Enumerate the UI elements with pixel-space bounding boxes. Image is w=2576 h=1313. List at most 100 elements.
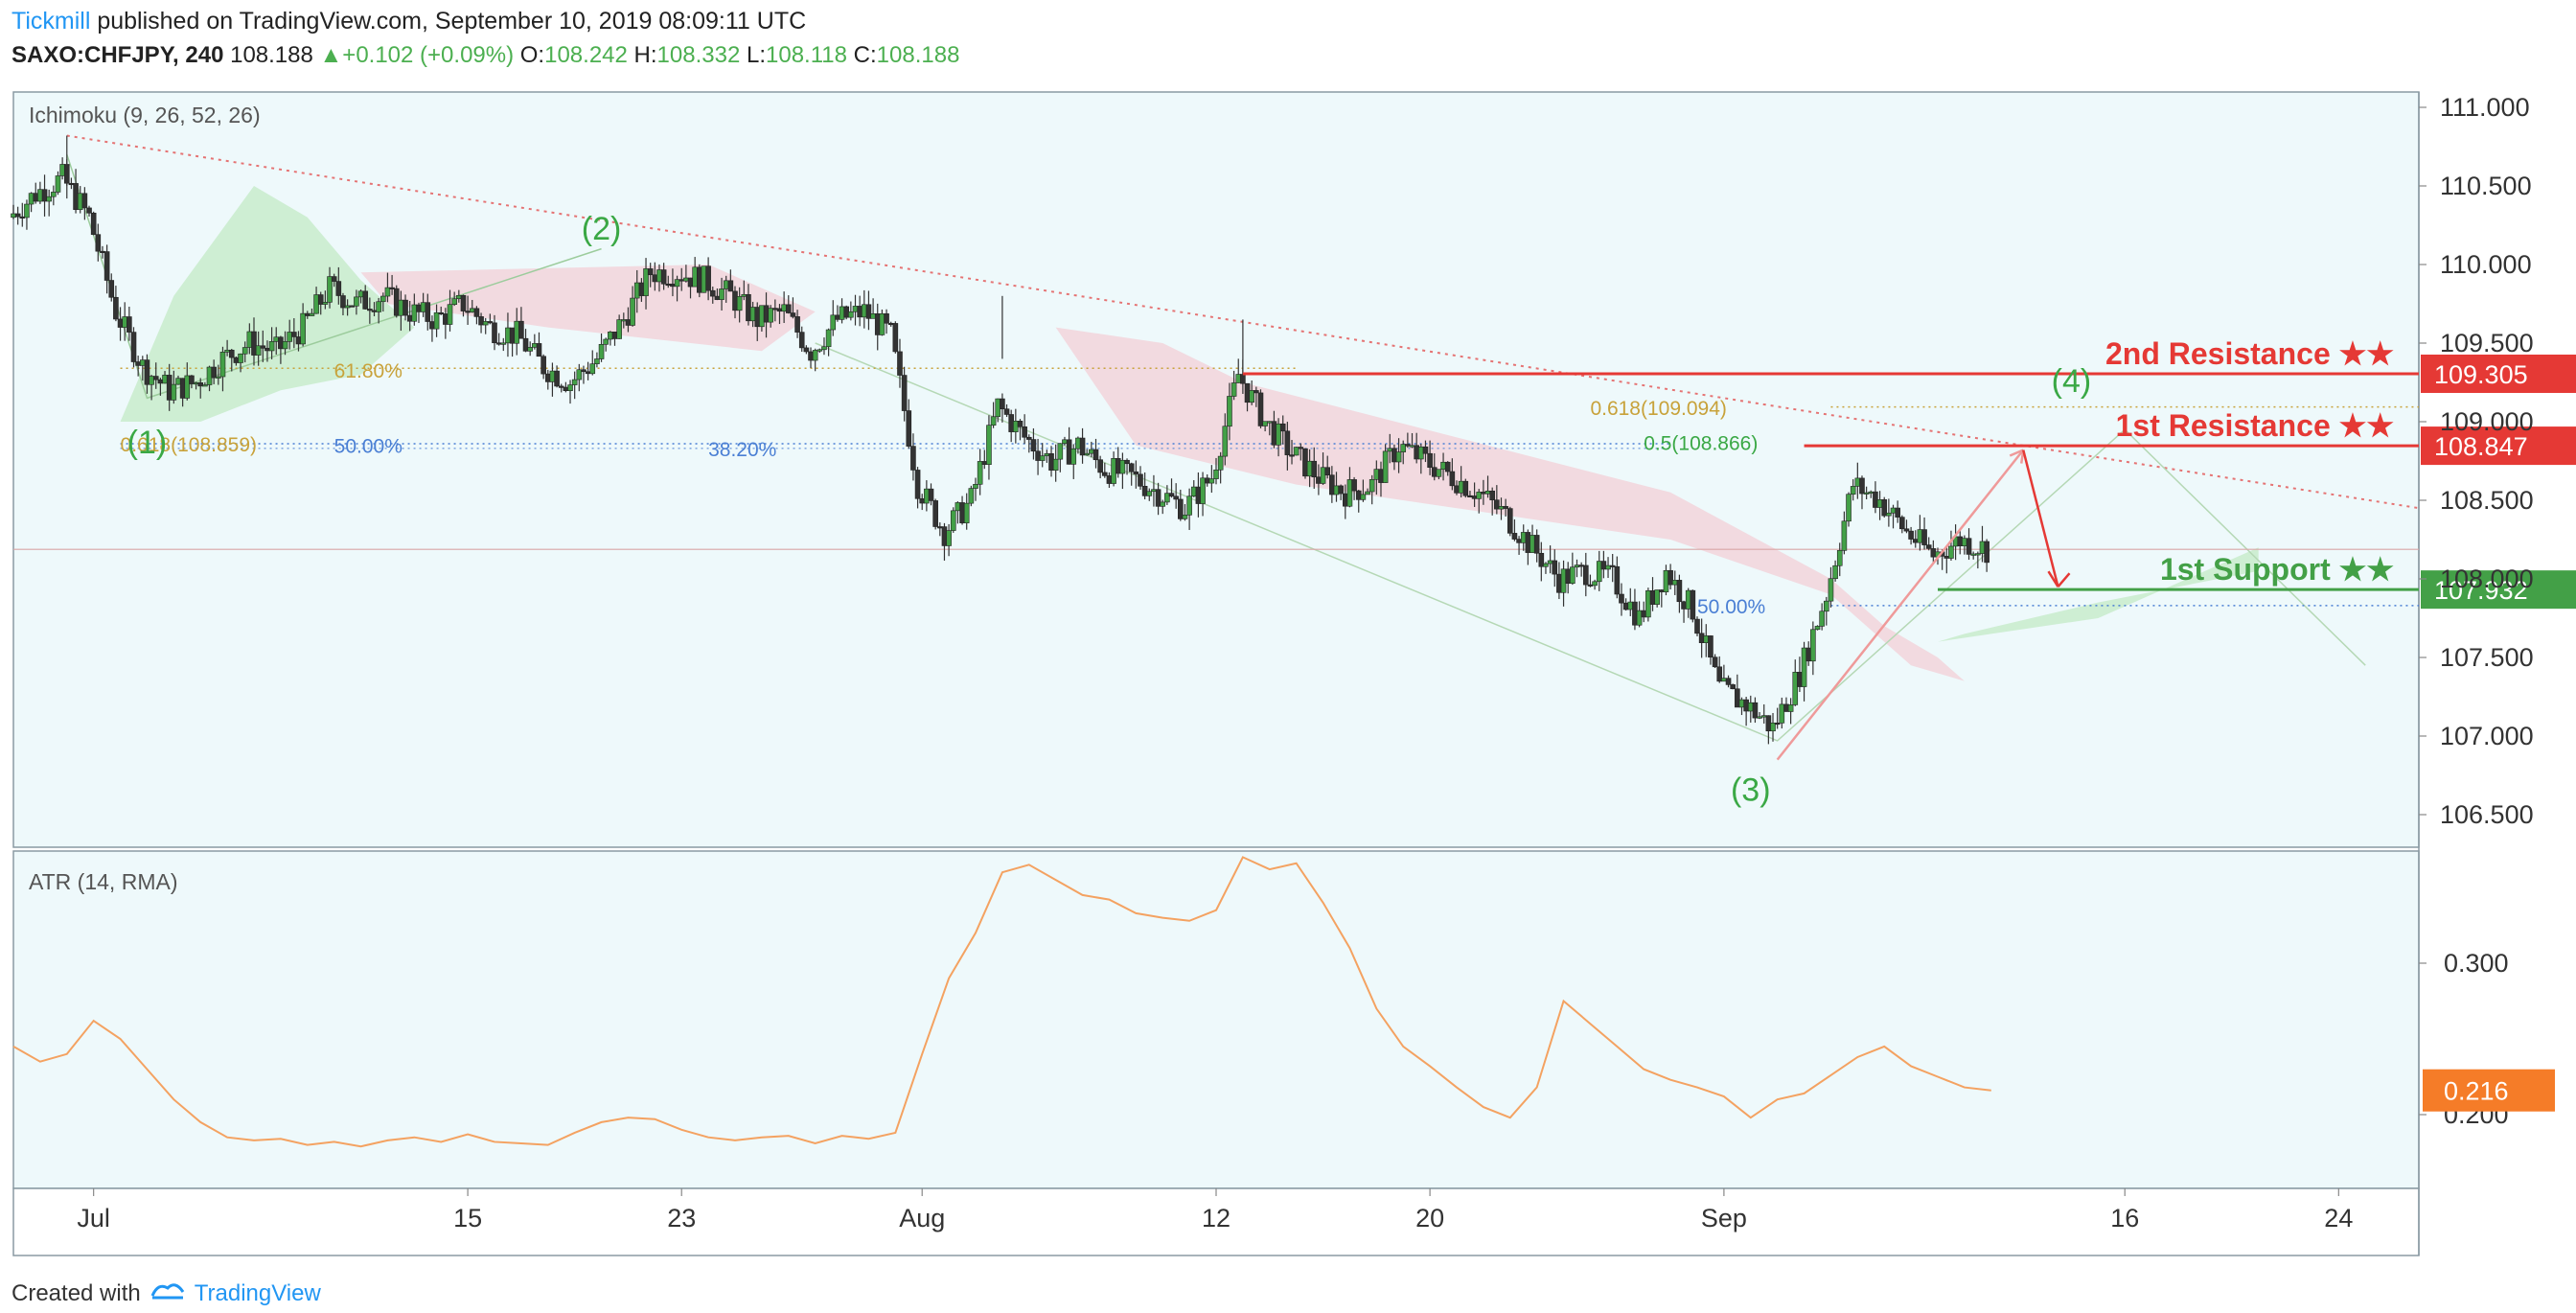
time-tick-label: Sep — [1701, 1204, 1747, 1232]
candle — [759, 305, 765, 328]
tradingview-link[interactable]: TradingView — [195, 1280, 321, 1307]
candle — [1622, 602, 1629, 610]
created-with-label: Created with — [12, 1279, 141, 1306]
candle — [848, 311, 854, 318]
price-chart[interactable]: 2nd Resistance ★★ 109.305 1st Resistance ★… — [0, 0, 2576, 1275]
candle — [892, 323, 899, 353]
candle — [331, 276, 337, 282]
candle — [1342, 493, 1348, 507]
candle — [558, 385, 564, 388]
candle — [122, 316, 128, 328]
candle — [162, 375, 168, 384]
candle — [340, 295, 346, 309]
candle — [678, 279, 685, 282]
candle — [451, 298, 457, 306]
candle — [1881, 499, 1888, 517]
candle — [839, 306, 845, 320]
candle — [1520, 532, 1527, 543]
candle — [380, 295, 386, 303]
candle — [1921, 529, 1927, 545]
candle — [1244, 382, 1251, 403]
atr-current-badge-text: 0.216 — [2444, 1077, 2509, 1106]
candle — [242, 347, 248, 355]
candle — [1000, 398, 1005, 410]
atr-panel[interactable] — [12, 850, 2420, 1189]
candle — [1565, 568, 1572, 585]
candle — [1823, 600, 1829, 612]
candle — [295, 336, 302, 345]
candle — [1097, 459, 1103, 473]
candle — [68, 182, 75, 186]
candle — [1186, 495, 1192, 516]
candle — [1596, 561, 1602, 583]
candle — [1444, 461, 1451, 472]
candle — [1810, 629, 1816, 662]
candle — [1868, 491, 1874, 494]
candle — [1863, 492, 1870, 495]
candle — [1930, 548, 1937, 558]
candle — [1249, 390, 1254, 403]
candle — [1730, 684, 1736, 690]
candle — [1797, 672, 1803, 687]
candle — [1160, 501, 1166, 507]
candle — [357, 290, 364, 298]
candle — [268, 341, 275, 352]
price-tick-label: 108.500 — [2440, 486, 2534, 515]
candle — [1708, 635, 1714, 658]
candle — [1119, 459, 1126, 474]
candle — [990, 416, 997, 426]
candle — [1574, 564, 1580, 568]
candle — [1431, 467, 1438, 477]
candle — [1204, 477, 1210, 484]
candle — [1783, 703, 1789, 712]
candle — [554, 370, 560, 387]
candle — [1222, 426, 1229, 457]
candle — [238, 353, 243, 363]
candle — [1560, 568, 1567, 593]
candle — [1017, 421, 1024, 427]
candle — [211, 366, 217, 379]
candle — [1543, 563, 1549, 567]
candle — [647, 268, 654, 276]
candle — [287, 332, 292, 342]
candle — [1890, 507, 1897, 514]
candle — [465, 311, 471, 313]
candle — [1195, 486, 1202, 504]
candle — [393, 288, 400, 316]
candle — [625, 319, 632, 326]
candle — [946, 530, 952, 546]
candle — [1533, 535, 1540, 554]
candle — [1373, 469, 1380, 480]
candle — [1316, 476, 1322, 484]
candle — [456, 294, 462, 300]
candle — [1668, 569, 1673, 586]
candle — [113, 296, 119, 320]
candle — [313, 294, 319, 314]
candle — [1365, 491, 1370, 495]
candle — [968, 488, 975, 504]
candle — [772, 308, 778, 311]
candle — [1164, 493, 1170, 503]
candle — [736, 296, 743, 311]
candle — [495, 342, 502, 345]
candle — [193, 382, 199, 385]
candle — [1262, 421, 1268, 426]
candle — [309, 312, 315, 316]
candle — [1062, 439, 1068, 445]
candle — [660, 269, 667, 285]
candle — [776, 308, 783, 312]
candle — [1471, 495, 1478, 499]
candle — [1311, 460, 1318, 478]
candle — [1146, 491, 1153, 496]
candle — [1712, 656, 1718, 668]
candle — [652, 274, 658, 283]
candle — [505, 327, 511, 344]
candle — [821, 346, 827, 351]
candle — [576, 369, 583, 380]
candle — [335, 281, 342, 296]
candle — [1048, 452, 1054, 471]
candle — [126, 316, 132, 333]
candle — [1873, 491, 1878, 508]
candle — [1338, 485, 1344, 495]
candle — [482, 321, 489, 326]
